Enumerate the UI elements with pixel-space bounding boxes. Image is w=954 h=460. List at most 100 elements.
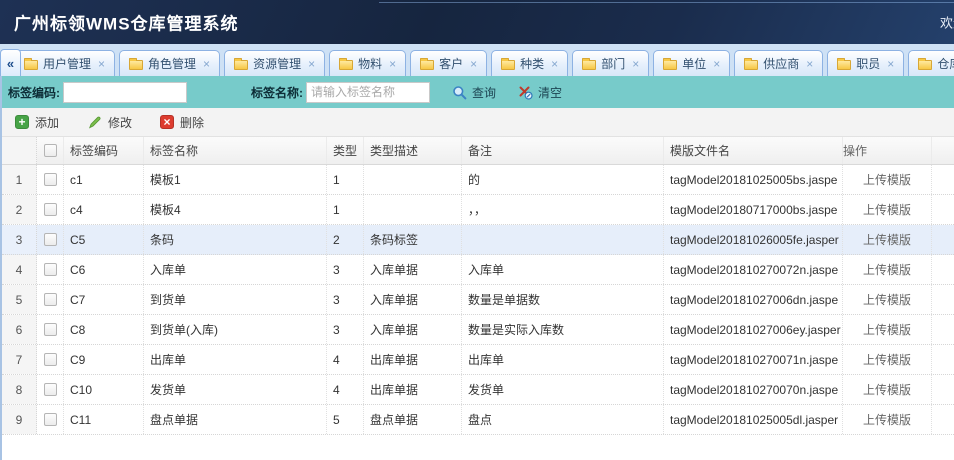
table-row[interactable]: 7 C9 出库单 4 出库单据 出库单 tagModel201810270071… [2,345,954,375]
cell-tag-name: 发货单 [144,375,327,404]
row-number: 9 [2,405,37,434]
tab-close-icon[interactable]: × [389,57,396,71]
tab-close-icon[interactable]: × [98,57,105,71]
folder-icon [744,60,758,70]
cell-type: 4 [327,375,364,404]
row-number: 7 [2,345,37,374]
tab[interactable]: 职员 × [827,50,904,76]
cell-type-desc: 条码标签 [364,225,462,254]
tab-close-icon[interactable]: × [470,57,477,71]
tab[interactable]: 供应商 × [734,50,823,76]
row-checkbox-cell [37,375,64,404]
tag-name-label: 标签名称: [251,84,303,101]
tab[interactable]: 单位 × [653,50,730,76]
row-checkbox[interactable] [44,293,57,306]
query-button-label: 查询 [472,84,496,101]
cell-file-name: tagModel20181027006dn.jaspe [664,285,843,314]
table-row[interactable]: 4 C6 入库单 3 入库单据 入库单 tagModel201810270072… [2,255,954,285]
table-row[interactable]: 8 C10 发货单 4 出库单据 发货单 tagModel20181027007… [2,375,954,405]
tab-close-icon[interactable]: × [632,57,639,71]
app-title: 广州标领WMS仓库管理系统 [14,10,239,35]
header-filler-cell [932,137,954,164]
tab-close-icon[interactable]: × [308,57,315,71]
row-checkbox[interactable] [44,233,57,246]
row-checkbox[interactable] [44,203,57,216]
cell-filler [932,285,954,314]
delete-icon: × [160,115,174,129]
cell-remark: 入库单 [462,255,664,284]
header-tag-name[interactable]: 标签名称 [144,137,327,164]
clear-button[interactable]: 清空 [518,84,562,101]
cell-type-desc [364,195,462,224]
table-row[interactable]: 9 C11 盘点单据 5 盘点单据 盘点 tagModel20181025005… [2,405,954,435]
row-number: 2 [2,195,37,224]
cell-tag-name: 模板4 [144,195,327,224]
table-row[interactable]: 2 c4 模板4 1 ，， tagModel20180717000bs.jasp… [2,195,954,225]
row-checkbox[interactable] [44,323,57,336]
query-button[interactable]: 查询 [452,84,496,101]
row-checkbox-cell [37,285,64,314]
tab[interactable]: 物料 × [329,50,406,76]
cell-file-name: tagModel20181025005bs.jaspe [664,165,843,194]
cell-tag-code: c4 [64,195,144,224]
cell-type-desc: 出库单据 [364,345,462,374]
folder-icon [24,60,38,70]
header-remark[interactable]: 备注 [462,137,664,164]
row-checkbox[interactable] [44,173,57,186]
cell-type-desc: 盘点单据 [364,405,462,434]
edit-button[interactable]: 修改 [87,114,132,131]
cell-file-name: tagModel20181025005dl.jasper [664,405,843,434]
cell-tag-code: C9 [64,345,144,374]
tab[interactable]: 资源管理 × [224,50,325,76]
tag-name-input[interactable] [306,82,430,103]
header-file-name[interactable]: 模版文件名 [664,137,843,164]
tab-label: 角色管理 [148,55,196,72]
cell-remark: 的 [462,165,664,194]
upload-template-link[interactable]: 上传模版 [843,225,932,254]
header-type-desc[interactable]: 类型描述 [364,137,462,164]
row-checkbox[interactable] [44,263,57,276]
select-all-checkbox[interactable] [44,144,57,157]
upload-template-link[interactable]: 上传模版 [843,405,932,434]
upload-template-link[interactable]: 上传模版 [843,195,932,224]
header-rownum-cell [2,137,37,164]
row-checkbox[interactable] [44,353,57,366]
tab-scroll-left-button[interactable]: « [0,49,21,76]
app-header: 广州标领WMS仓库管理系统 欢迎 [0,0,954,44]
add-button[interactable]: + 添加 [15,114,59,131]
tab-close-icon[interactable]: × [887,57,894,71]
upload-template-link[interactable]: 上传模版 [843,315,932,344]
tag-code-input[interactable] [63,82,187,103]
row-checkbox-cell [37,165,64,194]
tab[interactable]: 种类 × [491,50,568,76]
add-button-label: 添加 [35,114,59,131]
delete-button[interactable]: × 删除 [160,114,204,131]
tab[interactable]: 仓库 × [908,50,954,76]
table-row[interactable]: 3 C5 条码 2 条码标签 tagModel20181026005fe.jas… [2,225,954,255]
table-row[interactable]: 1 c1 模板1 1 的 tagModel20181025005bs.jaspe… [2,165,954,195]
upload-template-link[interactable]: 上传模版 [843,165,932,194]
tab-close-icon[interactable]: × [551,57,558,71]
row-checkbox[interactable] [44,413,57,426]
tab[interactable]: 用户管理 × [14,50,115,76]
main-panel: 标签编码: 标签名称: 查询 清空 + 添加 [0,76,954,460]
table-row[interactable]: 5 C7 到货单 3 入库单据 数量是单据数 tagModel201810270… [2,285,954,315]
upload-template-link[interactable]: 上传模版 [843,285,932,314]
tab-close-icon[interactable]: × [713,57,720,71]
cell-tag-name: 条码 [144,225,327,254]
tab[interactable]: 部门 × [572,50,649,76]
upload-template-link[interactable]: 上传模版 [843,345,932,374]
tab[interactable]: 客户 × [410,50,487,76]
cell-tag-code: c1 [64,165,144,194]
tab-close-icon[interactable]: × [203,57,210,71]
tab[interactable]: 角色管理 × [119,50,220,76]
header-type[interactable]: 类型 [327,137,364,164]
tab-strip: 用户管理 × 角色管理 × 资源管理 × 物料 × 客户 × 种类 × 部门 ×… [12,50,954,76]
table-row[interactable]: 6 C8 到货单(入库) 3 入库单据 数量是实际入库数 tagModel201… [2,315,954,345]
header-tag-code[interactable]: 标签编码 [64,137,144,164]
upload-template-link[interactable]: 上传模版 [843,375,932,404]
header-action[interactable]: 操作 [843,137,932,164]
upload-template-link[interactable]: 上传模版 [843,255,932,284]
tab-close-icon[interactable]: × [806,57,813,71]
row-checkbox[interactable] [44,383,57,396]
